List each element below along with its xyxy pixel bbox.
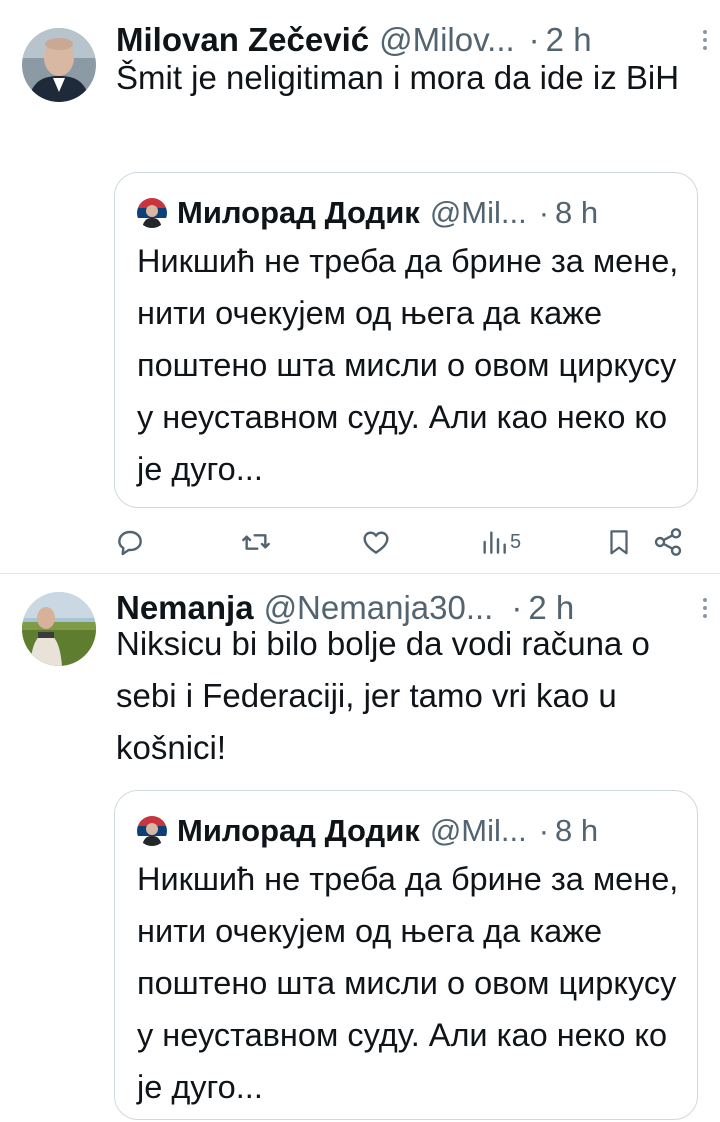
quoted-timestamp: 8 h [555, 813, 599, 848]
retweet-button[interactable] [240, 522, 272, 562]
bookmark-button[interactable] [604, 522, 634, 562]
tweet[interactable]: Nemanja @Nemanja30... · 2 h Niksicu bi b… [0, 576, 720, 1122]
views-count: 5 [510, 530, 522, 553]
separator-dot: · [538, 813, 550, 848]
reply-icon [118, 530, 142, 556]
quoted-tweet-header: Милорад Додик @Mil... · 8 h [137, 811, 679, 851]
quoted-author-handle: @Mil... [429, 813, 527, 848]
author-avatar[interactable] [22, 592, 96, 666]
reply-button[interactable] [114, 522, 146, 562]
flag-portrait-icon [137, 816, 167, 846]
views-button[interactable]: 5 [480, 522, 521, 562]
tweet-text: Šmit je neligitiman i mora da ide iz BiH [116, 59, 680, 96]
share-icon [654, 528, 682, 556]
quoted-tweet[interactable]: Милорад Додик @Mil... · 8 h Никшић не тр… [114, 790, 698, 1120]
person-portrait-icon [22, 28, 96, 102]
retweet-icon [242, 534, 270, 550]
bookmark-icon [610, 530, 628, 555]
flag-portrait-icon [137, 198, 167, 228]
quoted-tweet-text: Никшић не треба да брине за мене, нити о… [137, 861, 679, 1105]
quoted-tweet[interactable]: Милорад Додик @Mil... · 8 h Никшић не тр… [114, 172, 698, 508]
more-options-icon[interactable] [702, 30, 708, 52]
like-button[interactable] [360, 522, 392, 562]
quoted-author-handle: @Mil... [429, 195, 527, 230]
quoted-tweet-text: Никшић не треба да брине за мене, нити о… [137, 243, 679, 487]
author-avatar[interactable] [22, 28, 96, 102]
quoted-author-name: Милорад Додик [177, 813, 420, 848]
quoted-author-name: Милорад Додик [177, 195, 420, 230]
more-options-icon[interactable] [702, 598, 708, 620]
tweet-text: Niksicu bi bilo bolje da vodi računa o s… [116, 625, 650, 766]
share-button[interactable] [652, 522, 684, 562]
person-field-photo-icon [22, 592, 96, 666]
tweet[interactable]: Milovan Zečević @Milov... · 2 h Šmit je … [0, 0, 720, 574]
separator-dot: · [538, 195, 550, 230]
quoted-author-avatar [137, 816, 167, 846]
heart-icon [363, 531, 389, 554]
quoted-author-avatar [137, 198, 167, 228]
quoted-timestamp: 8 h [555, 195, 599, 230]
quoted-tweet-header: Милорад Додик @Mil... · 8 h [137, 193, 679, 233]
views-chart-icon [483, 531, 506, 554]
tweet-actions: 5 [114, 522, 690, 562]
